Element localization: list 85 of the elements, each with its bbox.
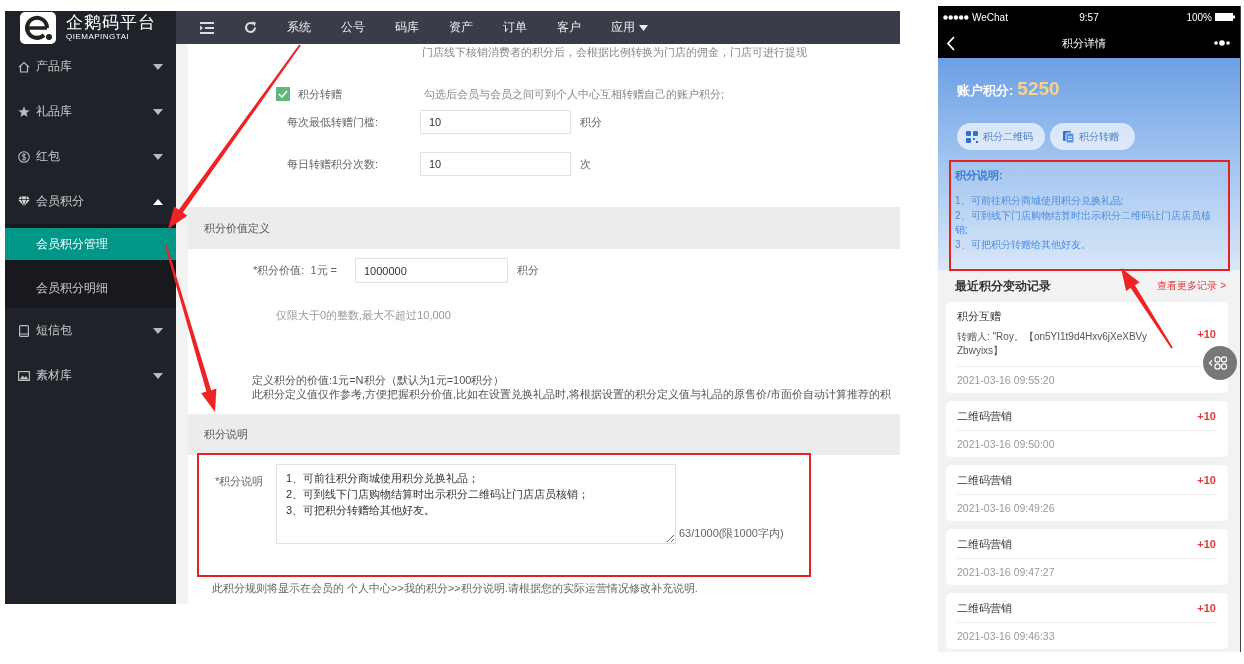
sidebar-item[interactable]: 产品库: [5, 44, 176, 89]
field-label: *积分价值: 1元 =: [253, 263, 339, 278]
clock-time: 9:57: [1079, 11, 1099, 23]
nav-link[interactable]: 订单: [488, 11, 542, 44]
nav-link[interactable]: 客户: [542, 11, 596, 44]
field-label: *积分说明: [215, 474, 265, 489]
sidebar-item[interactable]: 红包: [5, 134, 176, 179]
more-icon[interactable]: [1213, 40, 1231, 46]
hint-text: 勾选后会员与会员之间可到个人中心互相转赠自己的账户积分;: [424, 86, 725, 102]
points-value: +10: [1197, 537, 1216, 550]
record-time: 2021-03-16 09:47:27: [957, 565, 1056, 580]
nav-link[interactable]: 系统: [272, 11, 326, 44]
more-link[interactable]: 查看更多记录 >: [1157, 279, 1226, 293]
points-value: +10: [1197, 328, 1216, 340]
record-title: 二维码营销: [957, 472, 1013, 488]
unit-label: 积分: [517, 263, 539, 278]
note-text: 门店线下核销消费者的积分后，会根据比例转换为门店的佣金，门店可进行提现: [421, 45, 808, 60]
points-value: +10: [1197, 409, 1216, 422]
field-label: 每日转赠积分次数:: [287, 156, 380, 172]
note-text: 此积分定义值仅作参考,方便把握积分价值,比如在设置兑换礼品时,将根据设置的积分定义值与礼品的原售价/市面价自动计算推荐的积: [252, 387, 893, 401]
number-input[interactable]: 10: [420, 110, 571, 134]
description-textarea[interactable]: 1、可前往积分商城使用积分兑换礼品； 2、可到线下门店购物结算时出示积分二维码让门店店员核销； 3、可把积分转赠给其他好友。: [276, 464, 676, 544]
record-title: 积分互赠: [957, 309, 1002, 324]
section-header: 积分价值定义: [188, 207, 900, 249]
note-text: 定义积分的价值:1元=N积分（默认为1元=100积分）: [252, 373, 506, 387]
logo-subtitle: QIEMAPINGTAI: [66, 33, 131, 41]
record-time: 2021-03-16 09:50:00: [957, 437, 1056, 452]
sidebar-item[interactable]: 短信包: [5, 308, 176, 353]
diamond-icon: [18, 196, 30, 207]
section-header: 积分说明: [188, 414, 900, 455]
section-title: 最近积分变动记录: [955, 277, 1051, 295]
description-text: 3、可把积分转赠给其他好友。: [955, 237, 1092, 252]
points-value: +10: [1197, 473, 1216, 486]
description-text: 2、可到线下门店购物结算时出示积分二维码让门店店员核销;: [955, 208, 1212, 237]
action-button[interactable]: 积分转赠: [1050, 123, 1135, 150]
record-title: 二维码营销: [957, 600, 1013, 616]
character-counter: 63/1000(限1000字内): [679, 526, 784, 541]
back-icon[interactable]: [946, 35, 955, 51]
record-title: 二维码营销: [957, 536, 1013, 552]
tablet-icon: [18, 324, 30, 337]
coin-icon: [18, 150, 30, 163]
documents-icon: [1063, 130, 1074, 143]
record-title: 二维码营销: [957, 408, 1013, 424]
submenu-item[interactable]: 会员积分管理: [5, 228, 176, 260]
checkbox-label: 积分转赠: [298, 86, 343, 102]
record-time: 2021-03-16 09:55:20: [957, 373, 1056, 388]
nav-link[interactable]: 码库: [380, 11, 434, 44]
sidebar-item[interactable]: 会员积分: [5, 179, 176, 224]
value-input[interactable]: 1000000: [355, 258, 508, 283]
record-detail: 转赠人: "Roy。【on5YI1t9d4Hxv6jXeXBVyZbwyixs】: [957, 330, 1148, 358]
nav-link[interactable]: 应用: [596, 11, 663, 44]
page-title: 积分详情: [1062, 35, 1106, 51]
nav-link[interactable]: 资产: [434, 11, 488, 44]
menu-icon[interactable]: [200, 21, 214, 34]
action-button[interactable]: 积分二维码: [957, 123, 1045, 150]
balance-label: 账户积分:: [957, 82, 1014, 100]
number-input[interactable]: 10: [420, 152, 571, 176]
record-time: 2021-03-16 09:49:26: [957, 501, 1056, 516]
caret-icon: [639, 24, 648, 31]
note-text: 此积分规则将显示在会员的 个人中心>>我的积分>>积分说明.请根据您的实际运营情况修改补充说明.: [211, 581, 699, 595]
star-icon: [18, 105, 30, 118]
sidebar-item[interactable]: 素材库: [5, 353, 176, 398]
field-label: 每次最低转赠门槛:: [287, 114, 380, 130]
description-text: 1、可前往积分商城使用积分兑换礼品;: [955, 194, 1125, 208]
image-icon: [18, 370, 30, 381]
nav-link[interactable]: 公号: [326, 11, 380, 44]
floating-menu-button[interactable]: [1203, 346, 1237, 380]
points-value: +10: [1197, 601, 1216, 614]
unit-label: 次: [580, 156, 591, 172]
record-time: 2021-03-16 09:46:33: [957, 629, 1056, 644]
battery-percent: 100%: [1186, 11, 1212, 23]
qr-code-icon: [966, 130, 978, 143]
balance-value: 5250: [1017, 78, 1060, 100]
signal-icon: [943, 14, 969, 20]
hint-text: 仅限大于0的整数,最大不超过10,000: [275, 308, 452, 322]
refresh-icon[interactable]: [244, 21, 257, 34]
sidebar-item[interactable]: 礼品库: [5, 89, 176, 134]
checkbox[interactable]: [276, 87, 290, 101]
carrier-name: WeChat: [972, 11, 1008, 23]
home-icon: [18, 60, 30, 73]
submenu-item[interactable]: 会员积分明细: [5, 268, 176, 308]
description-title: 积分说明:: [955, 168, 1004, 182]
logo-name: 企鹅码平台: [66, 14, 156, 31]
battery-icon: [1215, 13, 1235, 21]
unit-label: 积分: [580, 114, 602, 130]
